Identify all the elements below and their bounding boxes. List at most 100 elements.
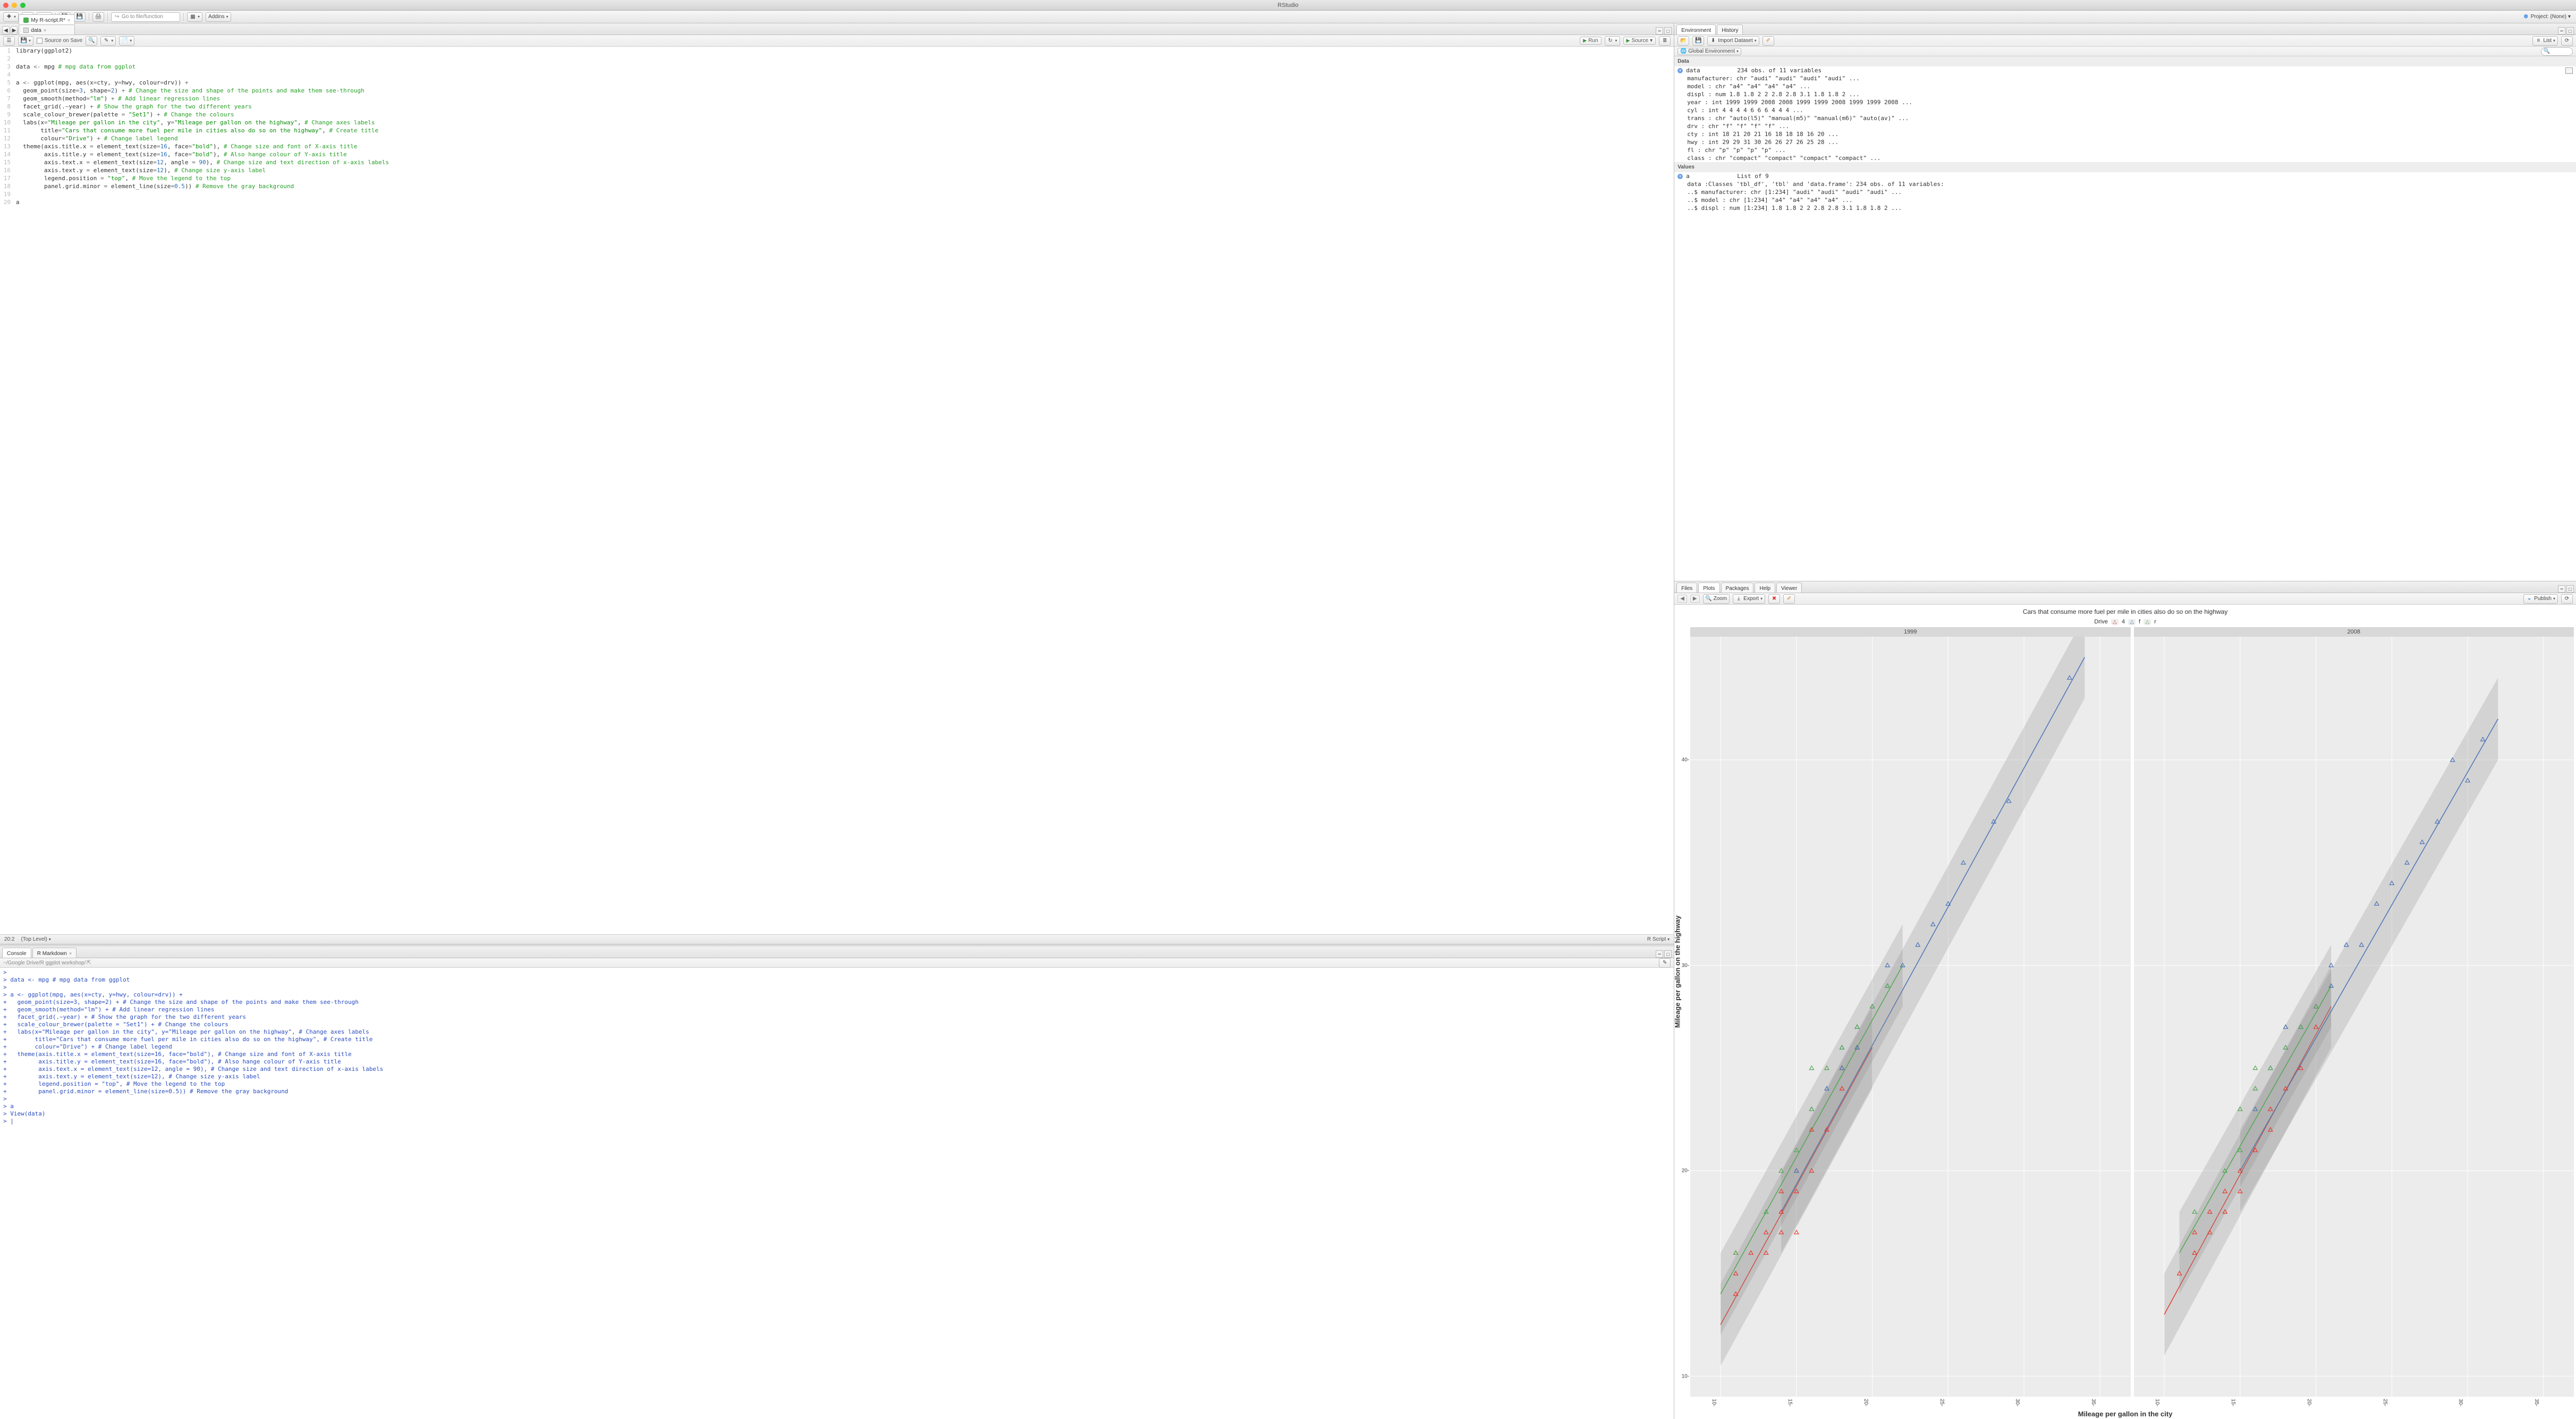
- x-axis-label: Mileage per gallon in the city: [2078, 1410, 2173, 1418]
- env-tab[interactable]: History: [1717, 24, 1743, 35]
- save-source-button[interactable]: 💾▾: [18, 36, 33, 46]
- minimize-pane-button[interactable]: ━: [1656, 950, 1663, 958]
- source-button[interactable]: ▶Source▾: [1623, 37, 1656, 45]
- console-output[interactable]: > > data <- mpg # mpg data from ggplot >…: [0, 968, 1674, 1419]
- refresh-icon: ⟳: [2564, 596, 2570, 602]
- view-data-icon[interactable]: [2565, 67, 2573, 74]
- environment-pane: EnvironmentHistory ━ ▢ 📂 💾 ⬇Import Datas…: [1674, 23, 2576, 581]
- refresh-env-button[interactable]: ⟳: [2561, 36, 2573, 46]
- file-type-label[interactable]: R Script ▾: [1647, 936, 1670, 942]
- env-search-input[interactable]: 🔍: [2541, 47, 2573, 56]
- y-tick-label: 40-: [1682, 757, 1689, 763]
- prev-plot-button[interactable]: ◀: [1677, 595, 1687, 603]
- x-tick-label: 20-: [1863, 1399, 1869, 1406]
- nav-fwd-button[interactable]: ▶: [11, 26, 18, 35]
- close-window-button[interactable]: [3, 3, 9, 8]
- source-tab[interactable]: My R-script.R*×: [19, 14, 75, 24]
- x-tick-label: 30-: [2458, 1399, 2463, 1406]
- new-file-button[interactable]: ✚▾: [3, 12, 19, 22]
- refresh-plot-button[interactable]: ⟳: [2561, 594, 2573, 604]
- print-button[interactable]: 🖨: [92, 12, 104, 22]
- goto-file-input[interactable]: ↪Go to file/function: [111, 12, 180, 22]
- minimize-window-button[interactable]: [12, 3, 17, 8]
- expand-icon[interactable]: ▾: [1677, 68, 1683, 73]
- main-toolbar: ✚▾ ＋ 📂▾ 💾 💾 🖨 ↪Go to file/function ▦▾ Ad…: [0, 11, 2576, 23]
- code-editor[interactable]: 1234567891011121314151617181920 library(…: [0, 47, 1674, 934]
- export-icon: ⤓: [1735, 596, 1742, 602]
- minimize-pane-button[interactable]: ━: [2558, 585, 2565, 593]
- env-object-row[interactable]: ▾data234 obs. of 11 variables: [1674, 66, 2576, 74]
- list-view-button[interactable]: ≡List▾: [2532, 36, 2558, 46]
- save-workspace-button[interactable]: 💾: [1692, 36, 1704, 46]
- close-tab-icon[interactable]: ×: [44, 28, 46, 33]
- x-tick-label: 15-: [2230, 1399, 2236, 1406]
- legend-swatch-f: [2128, 619, 2136, 624]
- globe-icon: 🌐: [1680, 48, 1687, 55]
- minimize-pane-button[interactable]: ━: [2558, 27, 2565, 35]
- scope-selector[interactable]: 🌐Global Environment▾: [1677, 48, 1741, 55]
- env-tab[interactable]: Environment: [1676, 24, 1716, 35]
- maximize-pane-button[interactable]: ▢: [2566, 27, 2574, 35]
- nav-back-button[interactable]: ◀: [2, 26, 10, 35]
- console-pane: ConsoleR Markdown× ━ ▢ ~/Google Drive/R …: [0, 947, 1674, 1419]
- play-icon: ▶: [1626, 38, 1630, 44]
- env-object-row[interactable]: ▾aList of 9: [1674, 172, 2576, 180]
- rerun-button[interactable]: ↻▾: [1605, 36, 1620, 46]
- clear-workspace-button[interactable]: ✐: [1762, 36, 1774, 46]
- outline-icon: ☰: [6, 38, 12, 44]
- scope-label[interactable]: (Top Level) ▾: [21, 936, 50, 942]
- export-button[interactable]: ⤓Export▾: [1733, 594, 1765, 604]
- close-tab-icon[interactable]: ×: [69, 951, 72, 956]
- expand-icon[interactable]: ▾: [1677, 174, 1683, 179]
- clear-console-button[interactable]: ✎: [1659, 958, 1671, 968]
- zoom-button[interactable]: 🔍Zoom: [1703, 594, 1730, 604]
- maximize-pane-button[interactable]: ▢: [1664, 27, 1672, 35]
- save-all-button[interactable]: 💾: [74, 12, 86, 22]
- find-button[interactable]: 🔍: [86, 36, 97, 46]
- console-path-bar: ~/Google Drive/R ggplot workshop/⇱ ✎: [0, 958, 1674, 968]
- outline-toggle-button[interactable]: ≣: [1659, 36, 1671, 46]
- environment-list[interactable]: Data▾data234 obs. of 11 variablesmanufac…: [1674, 56, 2576, 581]
- new-file-icon: ✚: [6, 14, 12, 20]
- plot-panel-2008: [2134, 637, 2574, 1397]
- env-field-row: model : chr "a4" "a4" "a4" "a4" ...: [1674, 82, 2576, 90]
- popup-icon[interactable]: ⇱: [86, 960, 92, 966]
- grid-view-button[interactable]: ▦▾: [187, 12, 202, 22]
- addins-button[interactable]: Addins▾: [206, 12, 231, 22]
- source-on-save-toggle[interactable]: Source on Save: [37, 38, 82, 44]
- plots-tab[interactable]: Help: [1755, 582, 1775, 593]
- env-field-row: class : chr "compact" "compact" "compact…: [1674, 154, 2576, 162]
- maximize-pane-button[interactable]: ▢: [1664, 950, 1672, 958]
- plots-tab[interactable]: Packages: [1721, 582, 1754, 593]
- project-selector[interactable]: ⬢Project: (None)▾: [2523, 14, 2571, 20]
- next-plot-button[interactable]: ▶: [1690, 595, 1700, 603]
- import-dataset-button[interactable]: ⬇Import Dataset▾: [1707, 36, 1759, 46]
- plots-tab[interactable]: Files: [1676, 582, 1697, 593]
- console-tab[interactable]: Console: [2, 948, 31, 958]
- show-outline-button[interactable]: ☰: [3, 36, 15, 46]
- x-tick-label: 25-: [1938, 1399, 1944, 1406]
- run-button[interactable]: ▶Run: [1580, 37, 1601, 45]
- environment-toolbar: 📂 💾 ⬇Import Dataset▾ ✐ ≡List▾ ⟳: [1674, 35, 2576, 47]
- load-workspace-button[interactable]: 📂: [1677, 36, 1689, 46]
- publish-button[interactable]: ◒Publish▾: [2523, 594, 2558, 604]
- console-tab[interactable]: R Markdown×: [32, 948, 77, 958]
- y-tick-label: 30-: [1682, 962, 1689, 968]
- env-section-data: Data: [1674, 56, 2576, 66]
- environment-tabs: EnvironmentHistory ━ ▢: [1674, 23, 2576, 35]
- zoom-window-button[interactable]: [20, 3, 26, 8]
- facet-header-2008: 2008: [2134, 627, 2574, 637]
- source-tab[interactable]: data×: [19, 24, 75, 35]
- window-title: RStudio: [1277, 2, 1298, 9]
- maximize-pane-button[interactable]: ▢: [2566, 585, 2574, 593]
- wand-button[interactable]: ✎▾: [100, 36, 116, 46]
- plots-tab[interactable]: Viewer: [1776, 582, 1802, 593]
- y-tick-label: 10-: [1682, 1373, 1689, 1379]
- close-tab-icon[interactable]: ×: [67, 18, 70, 23]
- plots-tab[interactable]: Plots: [1698, 582, 1719, 593]
- plots-toolbar: ◀ ▶ 🔍Zoom ⤓Export▾ ✖ ✐ ◒Publish▾ ⟳: [1674, 593, 2576, 605]
- remove-plot-button[interactable]: ✖: [1768, 594, 1780, 604]
- minimize-pane-button[interactable]: ━: [1656, 27, 1663, 35]
- clear-plots-button[interactable]: ✐: [1783, 594, 1795, 604]
- compile-report-button[interactable]: 📄▾: [119, 36, 134, 46]
